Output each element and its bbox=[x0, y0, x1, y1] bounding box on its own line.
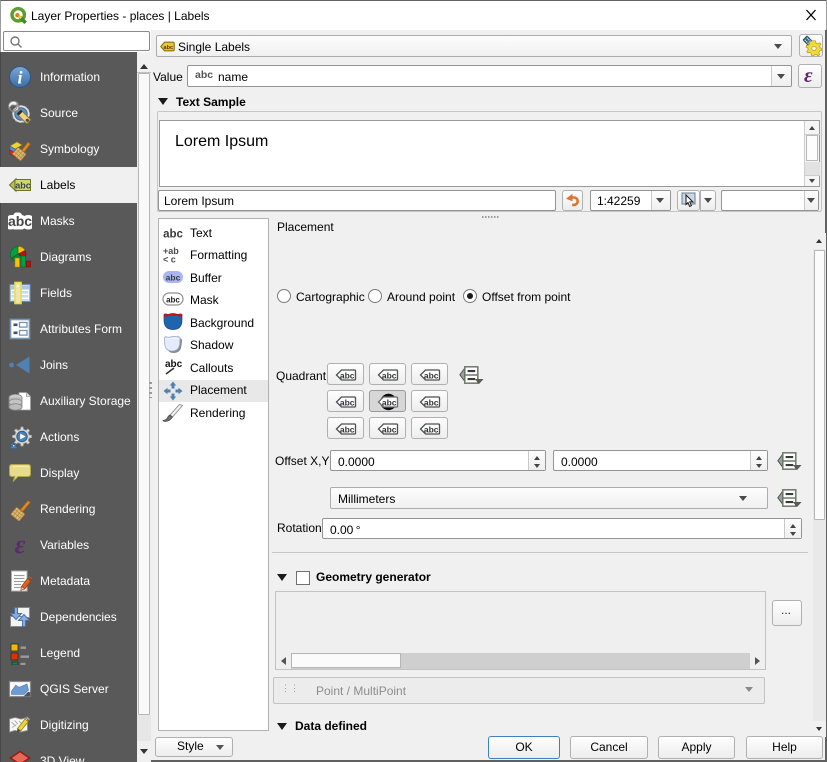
svg-text:abc: abc bbox=[15, 181, 31, 191]
svg-text:abc: abc bbox=[423, 424, 438, 434]
svg-text:abc: abc bbox=[339, 397, 354, 407]
svg-text:abc: abc bbox=[339, 424, 354, 434]
svg-text:abc: abc bbox=[8, 213, 32, 229]
svg-text:abc: abc bbox=[381, 370, 396, 380]
svg-text:abc: abc bbox=[163, 229, 183, 241]
svg-text:abc: abc bbox=[423, 370, 438, 380]
svg-text:abc: abc bbox=[381, 424, 396, 434]
svg-text:abc: abc bbox=[339, 370, 354, 380]
svg-text:ε: ε bbox=[15, 533, 26, 557]
svg-text:abc: abc bbox=[164, 45, 173, 51]
svg-text:abc: abc bbox=[166, 296, 180, 305]
svg-text:< c: < c bbox=[163, 255, 176, 265]
svg-text:abc: abc bbox=[423, 397, 438, 407]
svg-text:abc: abc bbox=[381, 397, 396, 407]
svg-text:i: i bbox=[17, 68, 22, 88]
svg-text:abc: abc bbox=[166, 273, 181, 283]
